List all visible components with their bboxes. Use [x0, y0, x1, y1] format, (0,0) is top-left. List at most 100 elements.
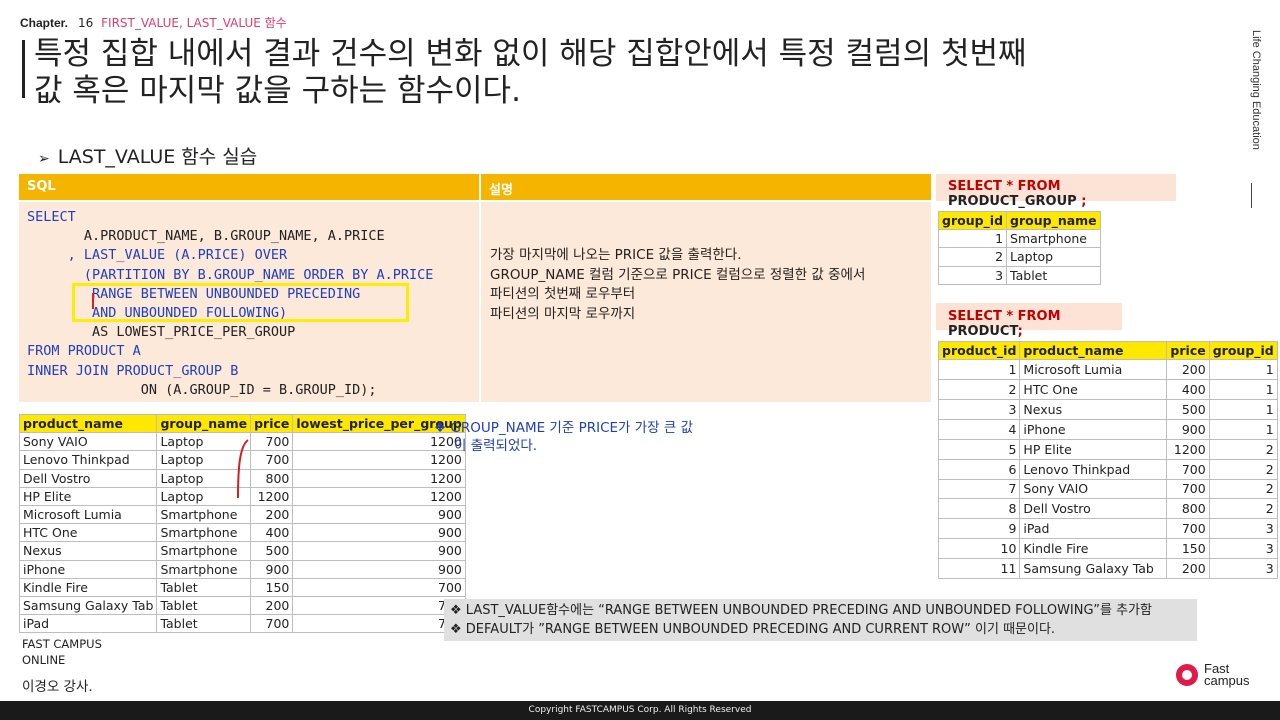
fastcampus-logo-text: Fast campus — [1204, 662, 1250, 687]
table-cell: 500 — [250, 541, 294, 561]
table-cell: Tablet — [156, 595, 252, 616]
table-row: Samsung Galaxy TabTablet200700 — [18, 595, 466, 616]
note-line: ❖ DEFAULT가 ”RANGE BETWEEN UNBOUNDED PREC… — [450, 622, 1056, 637]
table-header-row: product_name group_name price lowest_pri… — [18, 413, 466, 434]
product-group-table: group_id group_name 1 Smartphone 2 Laptop 3 T… — [937, 210, 1101, 285]
table-cell: 900 — [250, 559, 294, 579]
table-cell: Nexus — [1019, 398, 1168, 420]
table-cell: 1200 — [292, 486, 466, 506]
campus-label: FAST CAMPUS ONLINE — [22, 636, 102, 668]
table-row: 10 Kindle Fire 150 3 — [937, 538, 1278, 560]
table-cell: Smartphone — [156, 559, 252, 579]
product-table: product_id product_name price group_id 1… — [937, 340, 1278, 579]
table-cell: Lenovo Thinkpad — [18, 450, 158, 470]
table-row: iPadTablet700700 — [18, 614, 466, 634]
col-header: product_name — [18, 413, 158, 434]
side-brand-text: Life Changing Education — [1250, 30, 1262, 150]
table-cell: HTC One — [18, 523, 158, 543]
title-accent-bar — [22, 40, 25, 98]
table-cell: Microsoft Lumia — [1019, 359, 1168, 381]
col-header: price — [1166, 340, 1210, 361]
table-cell: Smartphone — [156, 541, 252, 561]
table-cell: 700 — [1166, 458, 1210, 480]
table-cell: 900 — [292, 541, 466, 561]
table-row: 2 HTC One 400 1 — [937, 379, 1278, 400]
table-cell: 2 — [1208, 498, 1278, 520]
table-row: 3 Tablet — [937, 265, 1101, 285]
table-cell: 700 — [250, 450, 294, 470]
fastcampus-logo-icon — [1176, 664, 1198, 686]
table-cell: Dell Vostro — [1019, 498, 1168, 520]
handwritten-red-mark — [237, 439, 249, 499]
table-cell: 700 — [292, 614, 466, 634]
note-line: ❖ LAST_VALUE함수에는 “RANGE BETWEEN UNBOUNDE… — [450, 603, 1152, 618]
table-cell: 700 — [250, 614, 294, 634]
table-cell: Laptop — [1006, 247, 1101, 267]
table-row: 9 iPad 700 3 — [937, 518, 1278, 540]
table-cell: Smartphone — [1006, 229, 1101, 249]
table-cell: 900 — [1166, 418, 1210, 440]
query-table-name: PRODUCT — [948, 324, 1018, 339]
col-header: product_id — [937, 340, 1021, 361]
table-cell: iPhone — [1019, 418, 1168, 440]
table-row: iPhone Smartphone 900 900 — [18, 559, 466, 579]
chapter-header: Chapter. 16 FIRST_VALUE, LAST_VALUE 함수 — [20, 14, 287, 31]
table-row: 3 Nexus 500 1 — [937, 398, 1278, 420]
sql-line: ON (A.GROUP_ID = B.GROUP_ID); — [27, 381, 377, 398]
col-header: group_id — [1208, 340, 1278, 361]
col-header: price — [250, 413, 294, 434]
desc-line: 파티션의 마지막 로우까지 — [490, 305, 636, 322]
chapter-subtitle: FIRST_VALUE, LAST_VALUE 함수 — [101, 16, 287, 30]
table-cell: 7 — [937, 478, 1021, 500]
table-cell: Tablet — [1006, 265, 1101, 285]
default-range-note: ❖ LAST_VALUE함수에는 “RANGE BETWEEN UNBOUNDE… — [444, 599, 1197, 641]
table-cell: 11 — [937, 558, 1021, 579]
table-cell: 10 — [937, 538, 1021, 560]
table-cell: iPhone — [18, 559, 158, 579]
table-cell: 700 — [1166, 478, 1210, 500]
col-header: group_name — [1006, 210, 1101, 231]
table-cell: Microsoft Lumia — [18, 504, 158, 525]
table-header-row: group_id group_name — [937, 210, 1101, 231]
desc-line: 파티션의 첫번째 로우부터 — [490, 286, 636, 302]
campus-line: ONLINE — [22, 653, 66, 667]
result-note: ❖ GROUP_NAME 기준 PRICE가 가장 큰 값 이 출력되었다. — [434, 419, 693, 455]
table-cell: 1200 — [250, 486, 294, 506]
desc-line: 가장 마지막에 나오는 PRICE 값을 출력한다. — [490, 247, 742, 263]
title-line-1: 특정 집합 내에서 결과 건수의 변화 없이 해당 집합안에서 특정 컬럼의 첫… — [34, 36, 1027, 72]
table-cell: 1 — [1208, 359, 1278, 381]
red-pen-mark — [92, 293, 94, 309]
table-cell: HP Elite — [1019, 438, 1168, 460]
table-cell: 700 — [250, 432, 294, 452]
table-cell: 1 — [937, 359, 1021, 381]
query-suffix: ; — [1017, 324, 1023, 339]
desc-header-label: 설명 — [489, 183, 513, 198]
table-cell: 1200 — [292, 468, 466, 488]
table-cell: 200 — [1166, 359, 1210, 381]
table-cell: 1 — [1208, 398, 1278, 420]
table-cell: Samsung Galaxy Tab — [18, 595, 158, 616]
table-cell: 700 — [292, 577, 466, 597]
instructor-name: 이경오 강사. — [22, 679, 93, 695]
table-cell: 2 — [1208, 438, 1278, 460]
table-header-row: product_id product_name price group_id — [937, 340, 1278, 361]
table-cell: Kindle Fire — [18, 577, 158, 597]
table-cell: 800 — [250, 468, 294, 488]
table-cell: 200 — [250, 504, 294, 525]
table-row: Microsoft Lumia Smartphone 200 900 — [18, 504, 466, 525]
query-table-name: PRODUCT_GROUP — [948, 194, 1077, 209]
table-cell: 3 — [937, 398, 1021, 420]
table-cell: 1 — [937, 229, 1008, 249]
table-cell: Kindle Fire — [1019, 538, 1168, 560]
table-cell: 700 — [292, 595, 466, 616]
table-row: 11 Samsung Galaxy Tab 200 3 — [937, 558, 1278, 579]
page-title: 특정 집합 내에서 결과 건수의 변화 없이 해당 집합안에서 특정 컬럼의 첫… — [34, 36, 1184, 110]
table-cell: Lenovo Thinkpad — [1019, 458, 1168, 480]
table-row: 4 iPhone 900 1 — [937, 418, 1278, 440]
table-cell: 700 — [1166, 518, 1210, 540]
sql-line: AS LOWEST_PRICE_PER_GROUP — [27, 324, 296, 341]
table-cell: 4 — [937, 418, 1021, 440]
table-cell: Dell Vostro — [18, 468, 158, 488]
sql-line: , LAST_VALUE (A.PRICE) OVER — [27, 247, 288, 264]
sql-line: (PARTITION BY B.GROUP_NAME ORDER BY A.PR… — [27, 266, 434, 283]
